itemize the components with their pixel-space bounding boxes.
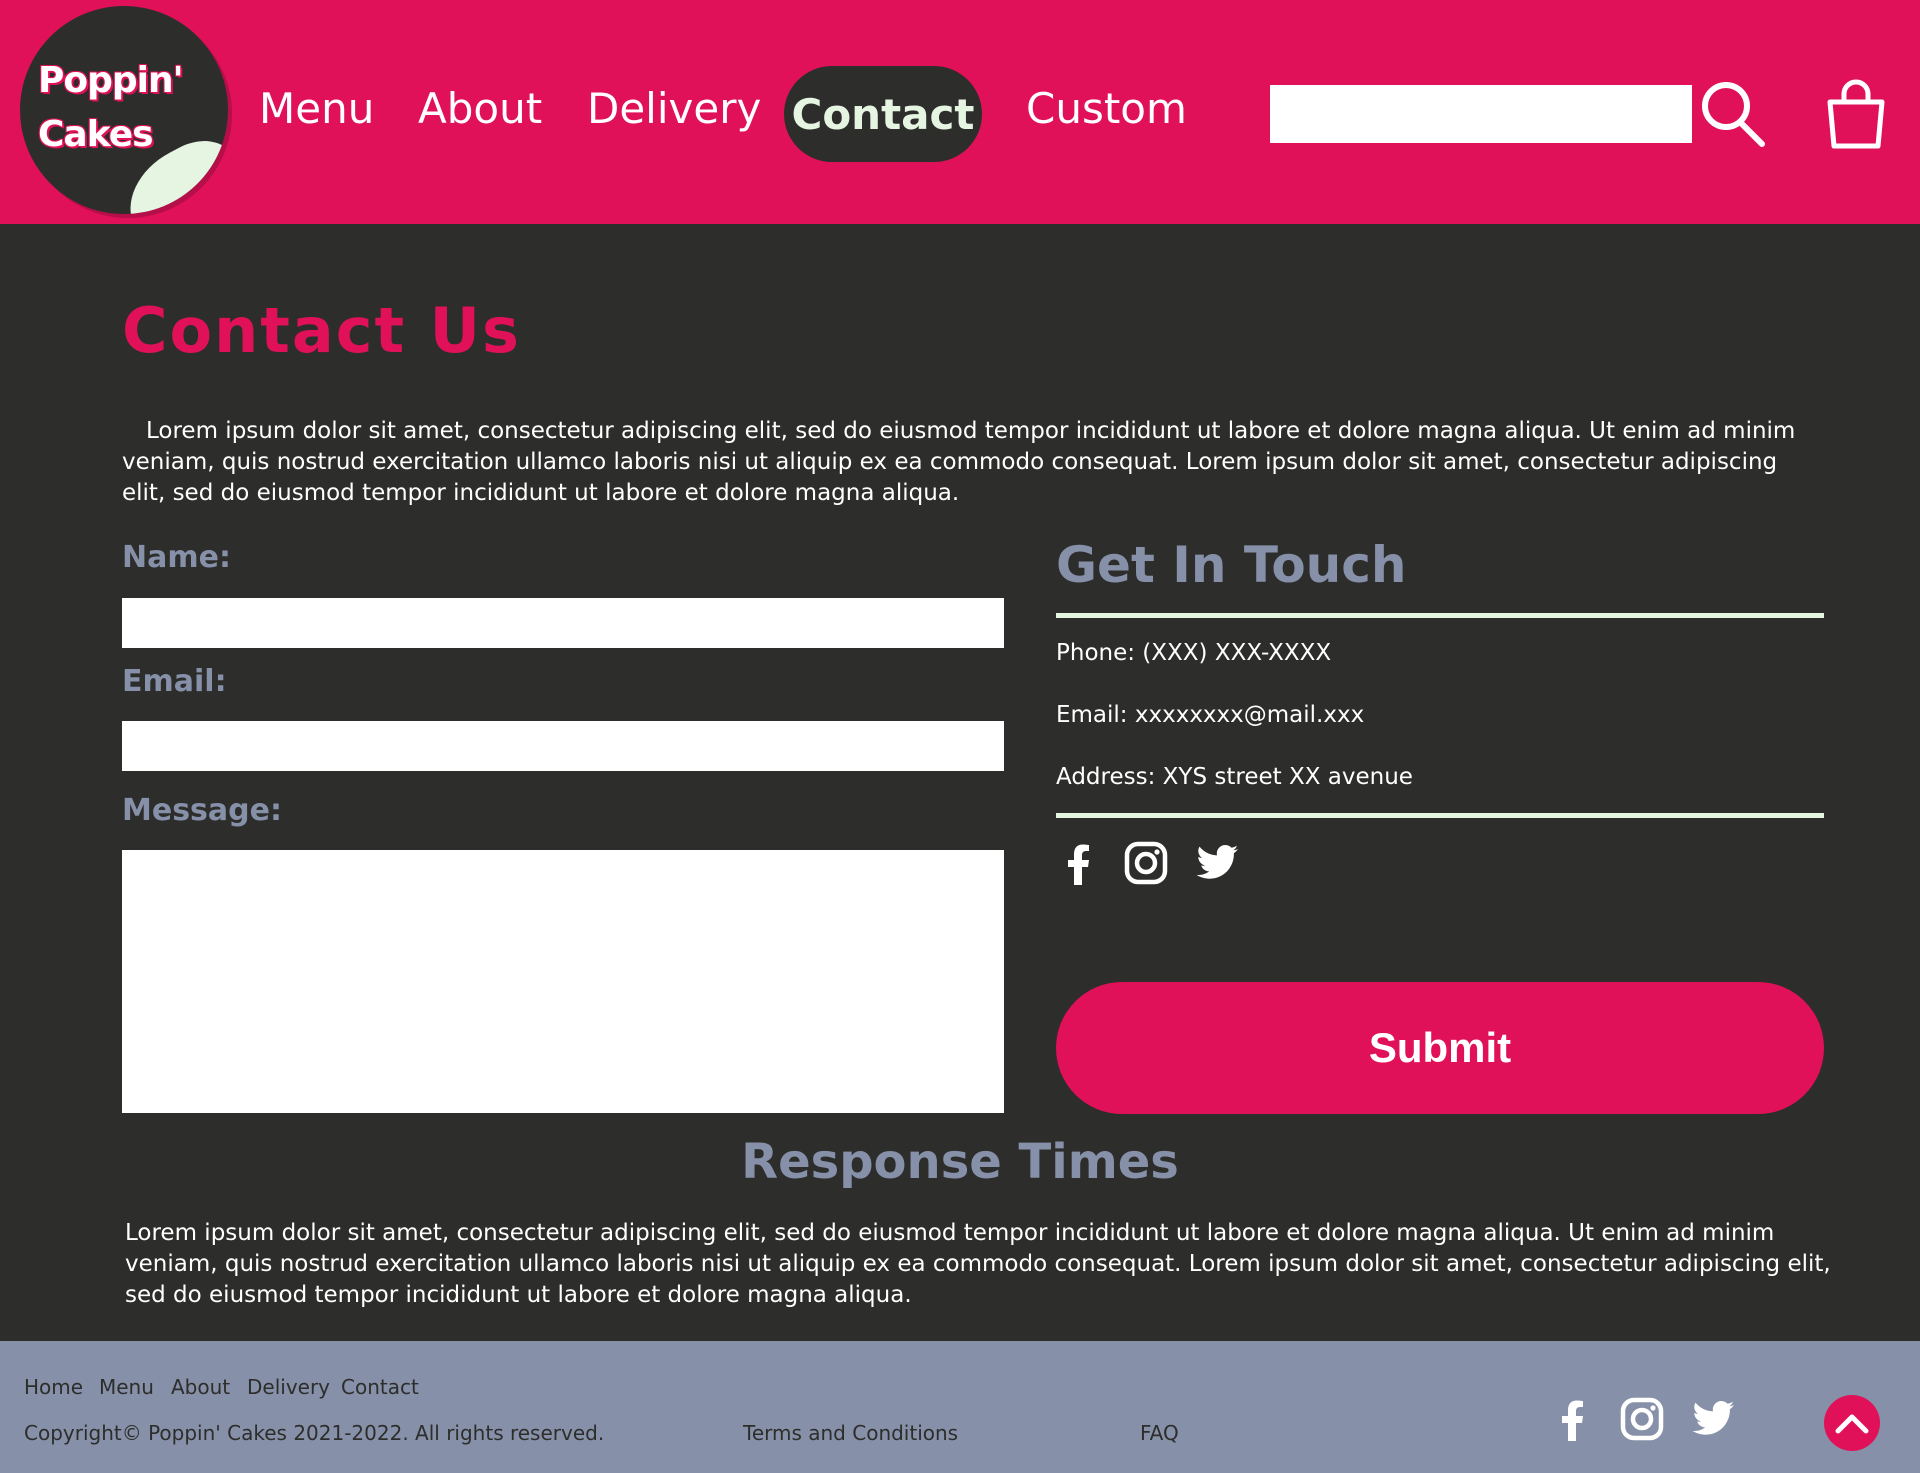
brand-logo[interactable]: Poppin' Cakes: [20, 6, 228, 214]
footer-link-contact[interactable]: Contact: [341, 1375, 419, 1399]
footer-facebook-icon[interactable]: [1550, 1397, 1594, 1441]
footer-faq-link[interactable]: FAQ: [1140, 1421, 1179, 1445]
response-times-title: Response Times: [741, 1134, 1179, 1190]
nav-menu[interactable]: Menu: [259, 84, 374, 133]
footer-instagram-icon[interactable]: [1620, 1397, 1664, 1441]
contact-address: Address: XYS street XX avenue: [1056, 764, 1413, 790]
logo-text-line1: Poppin': [38, 60, 184, 101]
email-field[interactable]: [122, 721, 1004, 771]
search-icon[interactable]: [1700, 80, 1770, 150]
name-label: Name:: [122, 540, 231, 575]
page-title: Contact Us: [122, 294, 521, 367]
nav-contact-label: Contact: [791, 89, 975, 139]
message-field[interactable]: [122, 850, 1004, 1113]
nav-custom[interactable]: Custom: [1026, 84, 1187, 133]
nav-delivery[interactable]: Delivery: [587, 84, 761, 133]
footer-terms-link[interactable]: Terms and Conditions: [743, 1421, 958, 1445]
chevron-up-icon: [1835, 1414, 1869, 1434]
site-footer: Home Menu About Delivery Contact Copyrig…: [0, 1341, 1920, 1473]
footer-link-menu[interactable]: Menu: [99, 1375, 154, 1399]
footer-copyright: Copyright© Poppin' Cakes 2021-2022. All …: [24, 1421, 605, 1445]
contact-email: Email: xxxxxxxx@mail.xxx: [1056, 702, 1365, 728]
divider-top: [1056, 613, 1824, 618]
submit-button-label: Submit: [1368, 1024, 1512, 1071]
nav-contact-active[interactable]: Contact: [784, 66, 982, 162]
back-to-top-button[interactable]: [1824, 1395, 1880, 1451]
name-field[interactable]: [122, 598, 1004, 648]
facebook-icon[interactable]: [1056, 841, 1100, 885]
email-label: Email:: [122, 664, 227, 699]
site-header: Poppin' Cakes Menu About Delivery Contac…: [0, 0, 1920, 224]
footer-link-about[interactable]: About: [171, 1375, 230, 1399]
divider-bottom: [1056, 813, 1824, 818]
contact-phone: Phone: (XXX) XXX-XXXX: [1056, 640, 1332, 666]
get-in-touch-title: Get In Touch: [1056, 536, 1407, 594]
nav-about[interactable]: About: [418, 84, 542, 133]
intro-paragraph: Lorem ipsum dolor sit amet, consectetur …: [122, 418, 1796, 506]
twitter-icon[interactable]: [1196, 841, 1240, 885]
instagram-icon[interactable]: [1124, 841, 1168, 885]
submit-button[interactable]: Submit: [1056, 982, 1824, 1114]
footer-link-delivery[interactable]: Delivery: [247, 1375, 330, 1399]
shopping-bag-icon[interactable]: [1824, 78, 1888, 150]
message-label: Message:: [122, 793, 282, 828]
search-input[interactable]: [1270, 85, 1692, 143]
logo-text-line2: Cakes: [38, 114, 154, 155]
response-times-text: Lorem ipsum dolor sit amet, consectetur …: [125, 1220, 1831, 1308]
footer-twitter-icon[interactable]: [1692, 1397, 1736, 1441]
footer-link-home[interactable]: Home: [24, 1375, 83, 1399]
